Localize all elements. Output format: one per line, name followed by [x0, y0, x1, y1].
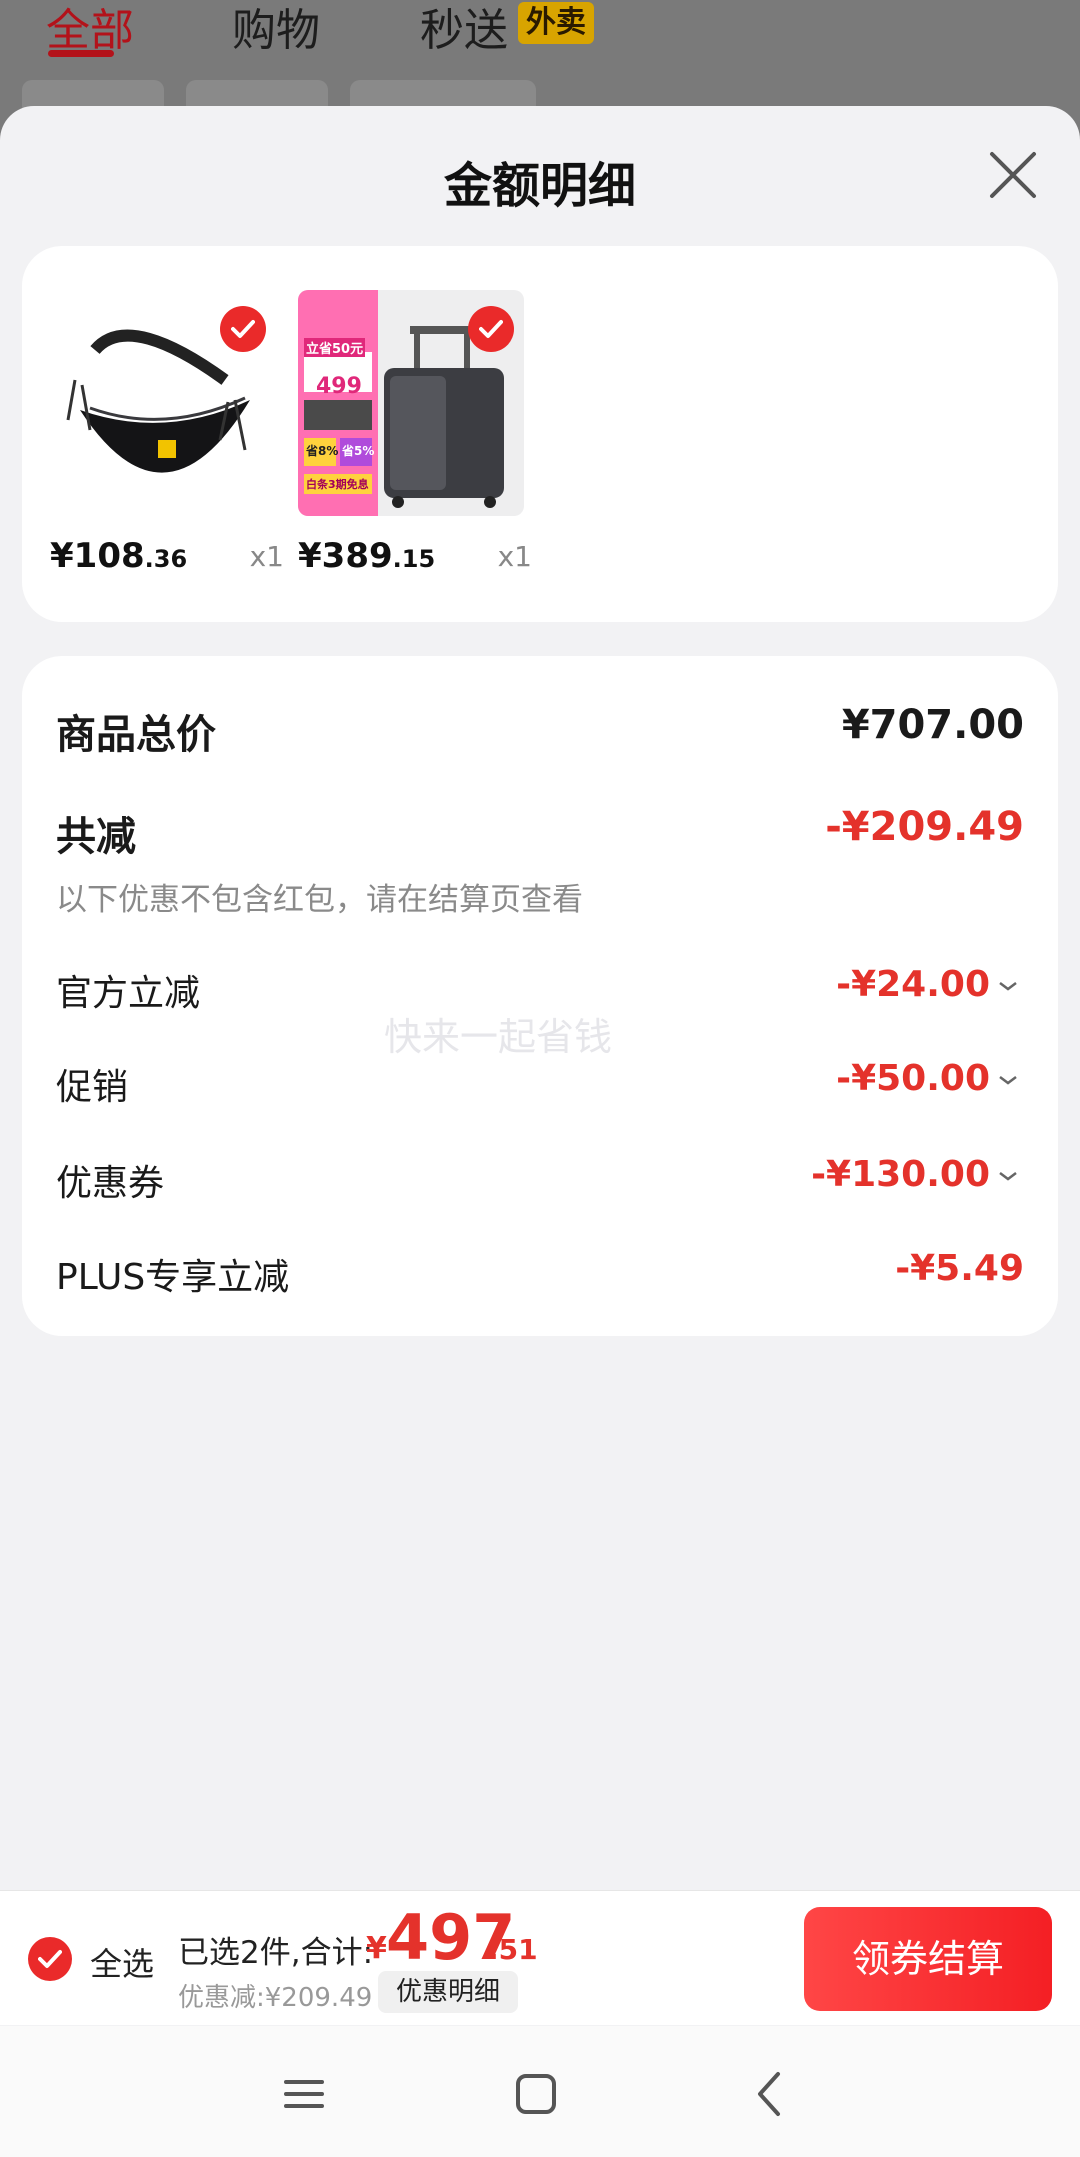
- promo-price: 499: [316, 374, 362, 399]
- item-checked-icon[interactable]: [220, 306, 266, 352]
- discount-label: PLUS专享立减: [56, 1257, 290, 1298]
- selected-summary-label: 已选2件,合计:: [178, 1935, 374, 1971]
- back-icon[interactable]: [742, 2066, 798, 2122]
- discount-total-text: 优惠减:¥209.49: [178, 1983, 373, 2013]
- promo-headline: 立省50元: [304, 338, 366, 357]
- discount-label: 优惠券: [56, 1163, 165, 1204]
- total-price-value: ¥707.00: [841, 702, 1024, 748]
- close-icon[interactable]: [988, 150, 1038, 200]
- checkout-bar: 全选 已选2件,合计: ¥ 497 .51 优惠减:¥209.49 优惠明细 领…: [0, 1890, 1080, 2025]
- chevron-down-icon: [999, 1172, 1017, 1181]
- takeout-badge: 外卖: [518, 2, 594, 44]
- amount-detail-sheet: 金额明细 ¥108.36 x1 立省50元 499 省8% 省5% 白条3期免息…: [0, 106, 1080, 2026]
- tab-express[interactable]: 秒送: [420, 0, 508, 58]
- system-nav-bar: [0, 2026, 1080, 2157]
- total-reduction-value: -¥209.49: [825, 804, 1024, 850]
- product-price: ¥389.15: [298, 536, 436, 576]
- discount-label: 促销: [56, 1067, 129, 1108]
- select-all-label[interactable]: 全选: [90, 1939, 154, 1985]
- watermark-text: 快来一起省钱: [384, 1015, 613, 1059]
- checkout-button[interactable]: 领券结算: [804, 1907, 1052, 2011]
- chevron-down-icon: [999, 982, 1017, 991]
- background-tab-bar: 全部 购物 秒送 外卖: [0, 0, 1080, 140]
- price-summary-card: 快来一起省钱 商品总价 ¥707.00 共减 -¥209.49 以下优惠不包含红…: [22, 656, 1058, 1336]
- promo-tag: 省5%: [342, 444, 375, 458]
- product-price: ¥108.36: [50, 536, 188, 576]
- chevron-down-icon: [999, 1076, 1017, 1085]
- promo-tag: 省8%: [306, 444, 339, 458]
- total-price-label: 商品总价: [56, 712, 216, 758]
- select-all-check-icon[interactable]: [28, 1937, 72, 1981]
- total-reduction-label: 共减: [56, 814, 136, 860]
- menu-icon[interactable]: [276, 2066, 332, 2122]
- item-checked-icon[interactable]: [468, 306, 514, 352]
- product-image-suitcase[interactable]: 立省50元 499 省8% 省5% 白条3期免息: [298, 290, 524, 516]
- sheet-title: 金额明细: [443, 158, 636, 214]
- discount-value[interactable]: -¥24.00: [836, 964, 1020, 1005]
- promo-footer: 白条3期免息: [306, 478, 369, 491]
- discount-detail-button[interactable]: 优惠明细: [378, 1971, 518, 2013]
- product-item[interactable]: 立省50元 499 省8% 省5% 白条3期免息 ¥389.15 x1: [298, 290, 532, 580]
- product-image-bag[interactable]: [50, 290, 276, 516]
- product-quantity: x1: [249, 540, 284, 573]
- reduction-note: 以下优惠不包含红包，请在结算页查看: [56, 882, 583, 918]
- tab-shopping[interactable]: 购物: [232, 0, 320, 58]
- product-quantity: x1: [497, 540, 532, 573]
- discount-value[interactable]: -¥50.00: [836, 1058, 1020, 1099]
- discount-value: -¥5.49: [895, 1248, 1024, 1289]
- discount-label: 官方立减: [56, 973, 201, 1014]
- discount-value[interactable]: -¥130.00: [811, 1154, 1020, 1195]
- total-amount-dec: .51: [488, 1933, 538, 1966]
- tab-active-indicator: [48, 50, 114, 57]
- product-item[interactable]: ¥108.36 x1: [50, 290, 284, 580]
- home-icon[interactable]: [508, 2066, 564, 2122]
- selected-products-card: ¥108.36 x1 立省50元 499 省8% 省5% 白条3期免息 ¥389…: [22, 246, 1058, 622]
- total-currency: ¥: [366, 1931, 387, 1966]
